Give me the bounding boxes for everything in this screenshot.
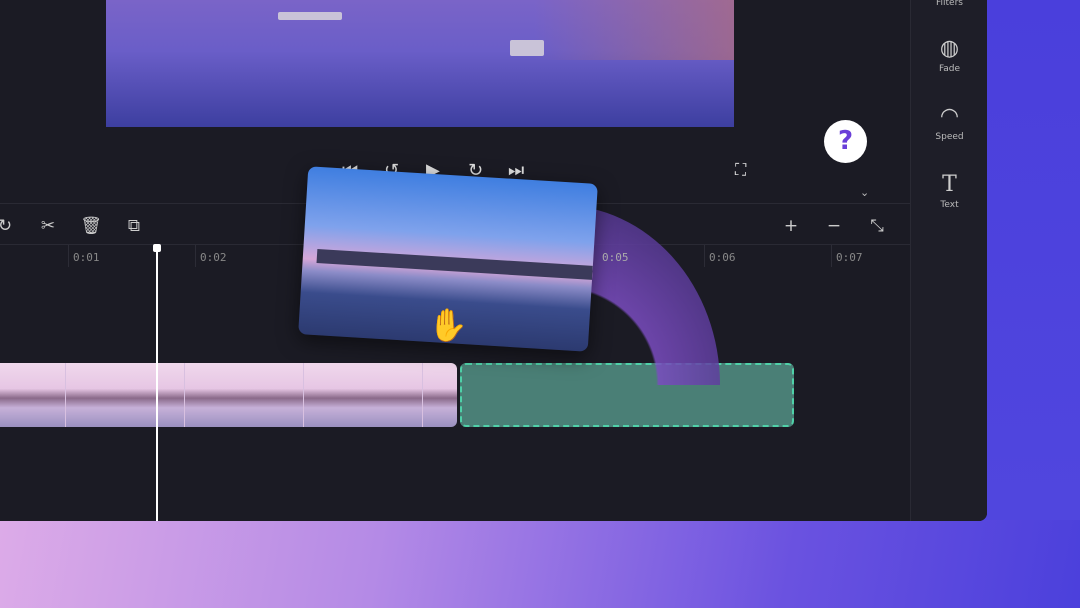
tick-label: 0:07 bbox=[836, 251, 863, 264]
tick-label: 0:06 bbox=[709, 251, 736, 264]
tick-label: 0:02 bbox=[200, 251, 227, 264]
video-preview bbox=[106, 0, 734, 127]
tick-label: 0:05 bbox=[602, 251, 629, 264]
add-media-icon[interactable]: ⧉ bbox=[119, 212, 149, 240]
sidebar-item-text[interactable]: T Text bbox=[911, 172, 987, 210]
trash-icon[interactable]: 🗑 bbox=[76, 212, 106, 240]
fit-timeline-icon[interactable]: ⤡ bbox=[862, 212, 892, 240]
sidebar-item-label: Text bbox=[940, 200, 959, 210]
chevron-down-icon[interactable]: ⌄ bbox=[860, 186, 869, 199]
sidebar-item-filters[interactable]: Filters bbox=[911, 0, 987, 8]
text-icon: T bbox=[942, 172, 957, 197]
redo-icon[interactable]: ↻ bbox=[0, 212, 20, 240]
sidebar-item-label: Speed bbox=[935, 132, 964, 142]
fade-icon: ◍ bbox=[939, 36, 960, 61]
fullscreen-icon[interactable]: ⛶ bbox=[735, 160, 746, 180]
zoom-in-icon[interactable]: + bbox=[776, 212, 806, 240]
tick-label: 0:01 bbox=[73, 251, 100, 264]
sidebar-item-speed[interactable]: ◠ Speed bbox=[911, 104, 987, 142]
video-clip[interactable] bbox=[0, 363, 457, 427]
grab-hand-icon: ✋ bbox=[428, 306, 468, 344]
help-button[interactable]: ? bbox=[824, 120, 867, 163]
speed-icon: ◠ bbox=[939, 104, 960, 129]
playhead[interactable] bbox=[153, 244, 161, 521]
sidebar-item-label: Filters bbox=[936, 0, 963, 8]
sidebar-item-label: Fade bbox=[938, 64, 961, 74]
right-sidebar: Filters ◍ Fade ◠ Speed T Text bbox=[910, 0, 987, 521]
scissors-icon[interactable]: ✂ bbox=[33, 212, 63, 240]
sidebar-item-fade[interactable]: ◍ Fade bbox=[911, 36, 987, 74]
zoom-out-icon[interactable]: − bbox=[819, 212, 849, 240]
